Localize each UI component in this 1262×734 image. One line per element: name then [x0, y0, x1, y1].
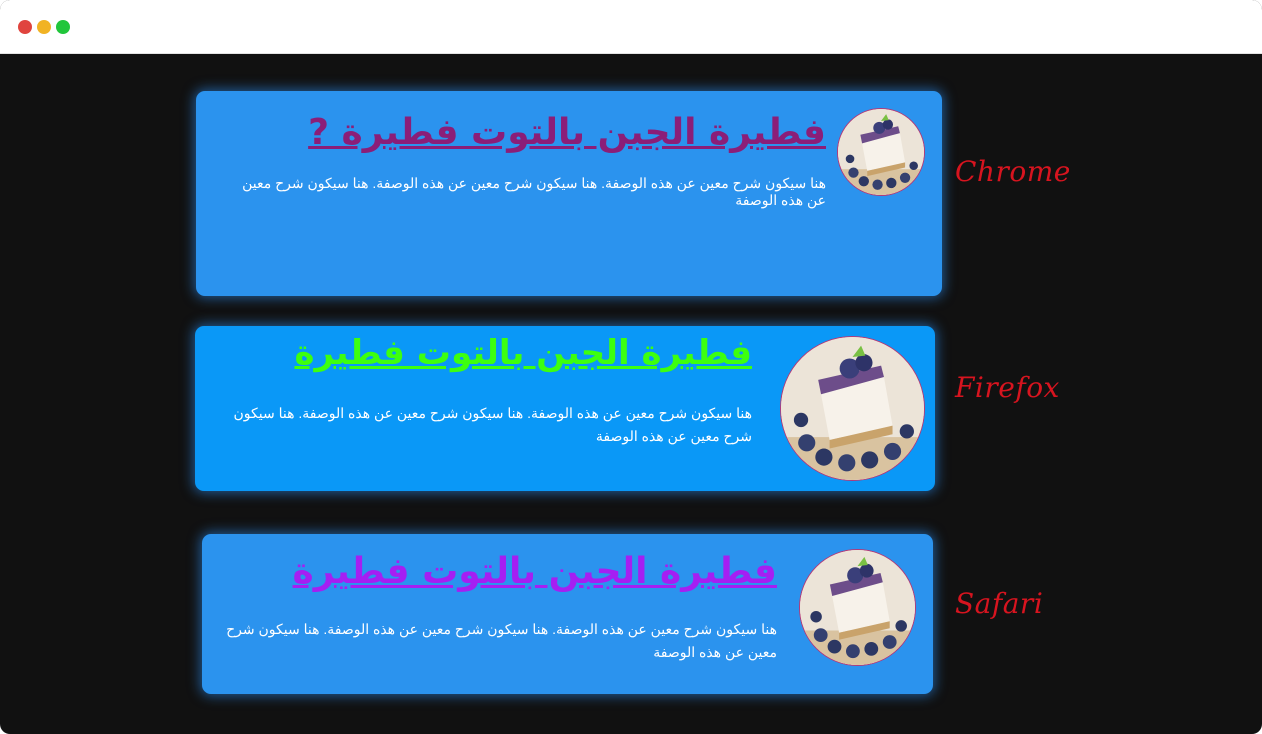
- maximize-window-button[interactable]: [56, 20, 70, 34]
- minimize-window-button[interactable]: [37, 20, 51, 34]
- blueberry-cheesecake-photo-icon: [838, 109, 924, 195]
- recipe-card-chrome: فطيرة الجبن بالتوت فطيرة ? هنا سيكون شرح…: [196, 91, 942, 296]
- cheesecake-image: [837, 108, 925, 196]
- recipe-title[interactable]: فطيرة الجبن بالتوت فطيرة ?: [308, 115, 826, 151]
- recipe-title[interactable]: فطيرة الجبن بالتوت فطيرة: [293, 554, 777, 590]
- cheesecake-image: [780, 336, 925, 481]
- recipe-description: هنا سيكون شرح معين عن هذه الوصفة. هنا سي…: [233, 405, 752, 444]
- browser-label-safari: Safari: [955, 587, 1044, 620]
- blueberry-cheesecake-photo-icon: [800, 550, 915, 665]
- recipe-title[interactable]: فطيرة الجبن بالتوت فطيرة: [294, 336, 752, 370]
- recipe-card-safari: فطيرة الجبن بالتوت فطيرة هنا سيكون شرح م…: [202, 534, 933, 694]
- blueberry-cheesecake-photo-icon: [781, 337, 924, 480]
- recipe-card-firefox: فطيرة الجبن بالتوت فطيرة هنا سيكون شرح م…: [195, 326, 935, 491]
- close-window-button[interactable]: [18, 20, 32, 34]
- recipe-description: هنا سيكون شرح معين عن هذه الوصفة. هنا سي…: [242, 175, 826, 208]
- app-window: فطيرة الجبن بالتوت فطيرة ? هنا سيكون شرح…: [0, 0, 1262, 734]
- window-titlebar: [0, 0, 1262, 54]
- browser-label-chrome: Chrome: [955, 155, 1071, 188]
- browser-label-firefox: Firefox: [955, 371, 1060, 404]
- cheesecake-image: [799, 549, 916, 666]
- recipe-description: هنا سيكون شرح معين عن هذه الوصفة. هنا سي…: [226, 621, 777, 660]
